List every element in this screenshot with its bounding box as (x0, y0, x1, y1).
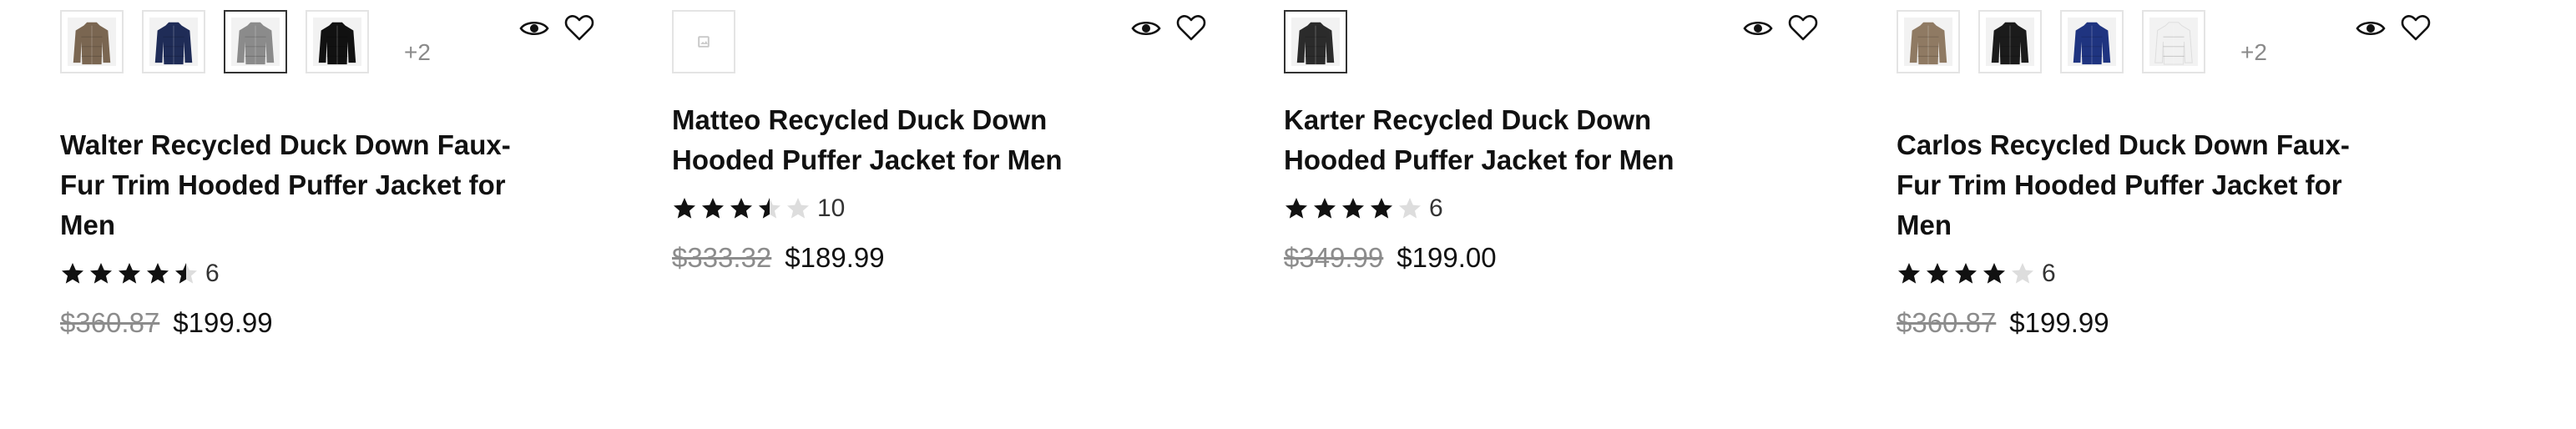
color-swatch[interactable] (2060, 10, 2124, 73)
jacket-thumbnail-icon (2068, 18, 2116, 66)
color-swatch-selected[interactable] (224, 10, 287, 73)
color-swatches: +2 (1897, 10, 2267, 73)
more-colors-count[interactable]: +2 (2240, 39, 2267, 66)
eye-icon[interactable] (518, 12, 551, 45)
card-topbar: +2 (1897, 0, 2447, 73)
color-swatch[interactable] (2142, 10, 2205, 73)
product-title[interactable]: Carlos Recycled Duck Down Faux-Fur Trim … (1897, 125, 2364, 245)
star-icon (90, 263, 112, 284)
star-icon (147, 263, 169, 284)
product-rating: 6 (1284, 192, 1835, 225)
star-icon (175, 263, 197, 284)
star-icon (674, 198, 695, 219)
product-rating: 6 (60, 257, 611, 290)
eye-icon[interactable] (1129, 12, 1163, 45)
jacket-thumbnail-icon (68, 18, 116, 66)
star-icon (1342, 198, 1364, 219)
eye-icon[interactable] (2354, 12, 2387, 45)
product-price: $360.87 $199.99 (1897, 307, 2447, 339)
star-icon (119, 263, 140, 284)
color-swatch[interactable] (60, 10, 124, 73)
sale-price: $189.99 (785, 242, 885, 273)
star-icon (730, 198, 752, 219)
color-swatch-placeholder[interactable] (672, 10, 735, 73)
review-count[interactable]: 6 (2042, 261, 2056, 286)
heart-icon[interactable] (563, 12, 596, 45)
jacket-thumbnail-icon (2149, 18, 2198, 66)
star-icon (1898, 263, 1920, 284)
card-topbar (672, 0, 1223, 73)
jacket-thumbnail-icon (1904, 18, 1952, 66)
original-price: $333.32 (672, 242, 772, 273)
original-price: $360.87 (60, 307, 160, 338)
star-icon (759, 198, 780, 219)
card-actions (1730, 12, 1820, 45)
heart-icon[interactable] (1174, 12, 1208, 45)
original-price: $349.99 (1284, 242, 1384, 273)
star-rating (1284, 196, 1422, 221)
star-icon (1314, 198, 1336, 219)
color-swatch[interactable] (1897, 10, 1960, 73)
star-rating (672, 196, 811, 221)
review-count[interactable]: 6 (205, 261, 220, 286)
heart-icon[interactable] (1786, 12, 1820, 45)
sale-price: $199.99 (173, 307, 273, 338)
product-card: +2 Walter Recycled Duck Down Faux-Fur Tr… (60, 0, 611, 429)
color-swatches (672, 10, 754, 73)
star-icon (1927, 263, 1948, 284)
jacket-thumbnail-icon (149, 18, 198, 66)
star-rating (60, 261, 199, 286)
card-actions (2342, 12, 2432, 45)
card-topbar: +2 (60, 0, 611, 73)
product-rating: 10 (672, 192, 1223, 225)
product-price: $333.32 $189.99 (672, 242, 1223, 274)
jacket-thumbnail-icon (313, 18, 361, 66)
product-card: +2 Carlos Recycled Duck Down Faux-Fur Tr… (1897, 0, 2447, 429)
heart-icon[interactable] (2399, 12, 2432, 45)
color-swatches (1284, 10, 1366, 73)
color-swatch[interactable] (142, 10, 205, 73)
star-icon (787, 198, 809, 219)
product-price: $360.87 $199.99 (60, 307, 611, 339)
card-actions (506, 12, 596, 45)
jacket-thumbnail-icon (1986, 18, 2034, 66)
color-swatch[interactable] (1978, 10, 2042, 73)
jacket-thumbnail-icon (231, 18, 280, 66)
product-grid-row: +2 Walter Recycled Duck Down Faux-Fur Tr… (0, 0, 2576, 429)
star-icon (2012, 263, 2033, 284)
color-swatch[interactable] (306, 10, 369, 73)
card-actions (1118, 12, 1208, 45)
eye-icon[interactable] (1741, 12, 1775, 45)
jacket-thumbnail-icon (1291, 18, 1340, 66)
product-title[interactable]: Karter Recycled Duck Down Hooded Puffer … (1284, 100, 1751, 180)
product-card: Karter Recycled Duck Down Hooded Puffer … (1284, 0, 1835, 429)
star-icon (1983, 263, 2005, 284)
product-rating: 6 (1897, 257, 2447, 290)
star-icon (1955, 263, 1977, 284)
product-title[interactable]: Walter Recycled Duck Down Faux-Fur Trim … (60, 125, 528, 245)
star-icon (1399, 198, 1421, 219)
star-rating (1897, 261, 2035, 286)
review-count[interactable]: 6 (1429, 196, 1443, 221)
color-swatches: +2 (60, 10, 431, 73)
sale-price: $199.00 (1397, 242, 1497, 273)
more-colors-count[interactable]: +2 (404, 39, 431, 66)
original-price: $360.87 (1897, 307, 1997, 338)
color-swatch-selected[interactable] (1284, 10, 1347, 73)
star-icon (702, 198, 724, 219)
product-price: $349.99 $199.00 (1284, 242, 1835, 274)
star-icon (62, 263, 83, 284)
card-topbar (1284, 0, 1835, 73)
image-placeholder-icon (698, 36, 710, 48)
product-title[interactable]: Matteo Recycled Duck Down Hooded Puffer … (672, 100, 1139, 180)
star-icon (1371, 198, 1392, 219)
review-count[interactable]: 10 (817, 196, 845, 221)
product-card: Matteo Recycled Duck Down Hooded Puffer … (672, 0, 1223, 429)
sale-price: $199.99 (2009, 307, 2109, 338)
star-icon (1285, 198, 1307, 219)
